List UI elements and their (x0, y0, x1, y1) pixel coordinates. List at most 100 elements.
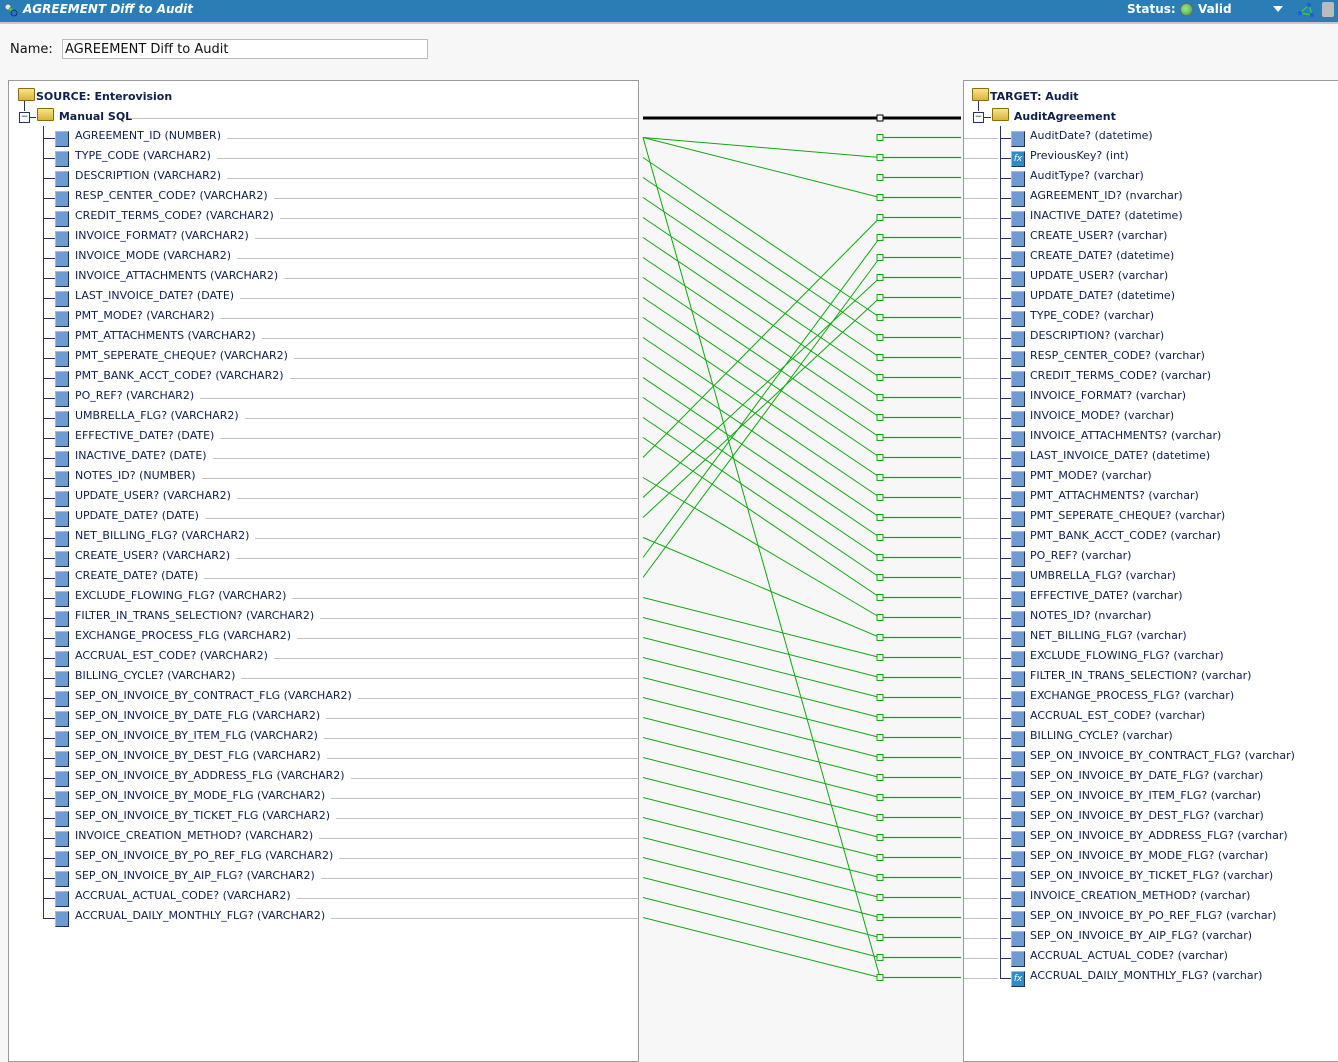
target-field[interactable]: SEP_ON_INVOICE_BY_DATE_FLG? (varchar) (1030, 769, 1263, 782)
mapping-anchor[interactable] (876, 954, 884, 961)
target-field[interactable]: AuditDate? (datetime) (1030, 129, 1153, 142)
target-field[interactable]: ACCRUAL_ACTUAL_CODE? (varchar) (1030, 949, 1228, 962)
target-field[interactable]: ACCRUAL_DAILY_MONTHLY_FLG? (varchar) (1030, 969, 1262, 982)
target-field[interactable]: AuditType? (varchar) (1030, 169, 1144, 182)
mapping-line[interactable] (642, 597, 881, 658)
source-field[interactable]: SEP_ON_INVOICE_BY_ADDRESS_FLG (VARCHAR2) (75, 769, 345, 782)
mapping-anchor[interactable] (876, 714, 884, 721)
mapping-line[interactable] (642, 817, 881, 878)
mapping-line[interactable] (642, 677, 881, 738)
source-field[interactable]: INACTIVE_DATE? (DATE) (75, 449, 207, 462)
source-field[interactable]: AGREEMENT_ID (NUMBER) (75, 129, 221, 142)
mapping-line[interactable] (642, 437, 881, 598)
source-field[interactable]: CREATE_USER? (VARCHAR2) (75, 549, 230, 562)
source-field[interactable]: SEP_ON_INVOICE_BY_ITEM_FLG (VARCHAR2) (75, 729, 318, 742)
source-field[interactable]: INVOICE_FORMAT? (VARCHAR2) (75, 229, 249, 242)
mapping-anchor[interactable] (876, 194, 884, 201)
source-field[interactable]: SEP_ON_INVOICE_BY_AIP_FLG? (VARCHAR2) (75, 869, 315, 882)
target-field[interactable]: CREATE_USER? (varchar) (1030, 229, 1167, 242)
source-field[interactable]: SEP_ON_INVOICE_BY_DATE_FLG (VARCHAR2) (75, 709, 320, 722)
mapping-anchor[interactable] (876, 514, 884, 521)
mapping-line[interactable] (642, 837, 881, 898)
source-field[interactable]: INVOICE_MODE (VARCHAR2) (75, 249, 231, 262)
source-field[interactable]: UPDATE_DATE? (DATE) (75, 509, 199, 522)
mapping-anchor[interactable] (876, 354, 884, 361)
target-field[interactable]: TYPE_CODE? (varchar) (1030, 309, 1154, 322)
name-input[interactable] (62, 39, 428, 59)
target-field[interactable]: PMT_MODE? (varchar) (1030, 469, 1152, 482)
save-icon[interactable] (1322, 2, 1334, 17)
mapping-line[interactable] (642, 237, 881, 558)
target-field[interactable]: PMT_SEPERATE_CHEQUE? (varchar) (1030, 509, 1225, 522)
target-field[interactable]: EXCHANGE_PROCESS_FLG? (varchar) (1030, 689, 1234, 702)
target-field[interactable]: SEP_ON_INVOICE_BY_ITEM_FLG? (varchar) (1030, 789, 1261, 802)
mapping-anchor[interactable] (876, 454, 884, 461)
mapping-anchor[interactable] (876, 874, 884, 881)
mapping-line[interactable] (642, 917, 881, 978)
mapping-anchor[interactable] (876, 234, 884, 241)
mapping-anchor[interactable] (876, 794, 884, 801)
mapping-anchor[interactable] (876, 414, 884, 421)
mapping-line[interactable] (642, 477, 881, 618)
source-field[interactable]: INVOICE_ATTACHMENTS (VARCHAR2) (75, 269, 278, 282)
mapping-line[interactable] (642, 717, 881, 778)
target-field[interactable]: NET_BILLING_FLG? (varchar) (1030, 629, 1187, 642)
mapping-line[interactable] (642, 857, 881, 918)
mapping-anchor[interactable] (876, 734, 884, 741)
mapping-line[interactable] (642, 777, 881, 838)
mapping-anchor[interactable] (876, 474, 884, 481)
mapping-anchor[interactable] (876, 854, 884, 861)
mapping-anchor[interactable] (876, 134, 884, 141)
target-field[interactable]: PMT_BANK_ACCT_CODE? (varchar) (1030, 529, 1221, 542)
target-field[interactable]: NOTES_ID? (nvarchar) (1030, 609, 1151, 622)
mapping-line[interactable] (642, 197, 881, 358)
mapping-line[interactable] (642, 877, 881, 938)
source-field[interactable]: PO_REF? (VARCHAR2) (75, 389, 194, 402)
graph-icon[interactable] (1297, 2, 1315, 18)
source-field[interactable]: PMT_SEPERATE_CHEQUE? (VARCHAR2) (75, 349, 288, 362)
target-field[interactable]: ACCRUAL_EST_CODE? (varchar) (1030, 709, 1205, 722)
source-field[interactable]: BILLING_CYCLE? (VARCHAR2) (75, 669, 235, 682)
mapping-anchor[interactable] (876, 494, 884, 501)
group-mapping-anchor[interactable] (876, 114, 884, 122)
target-field[interactable]: INVOICE_FORMAT? (varchar) (1030, 389, 1186, 402)
source-field[interactable]: UPDATE_USER? (VARCHAR2) (75, 489, 231, 502)
source-field[interactable]: LAST_INVOICE_DATE? (DATE) (75, 289, 234, 302)
target-root[interactable]: TARGET: Audit (972, 88, 1079, 106)
mapping-anchor[interactable] (876, 634, 884, 641)
mapping-line[interactable] (642, 897, 881, 958)
source-field[interactable]: SEP_ON_INVOICE_BY_PO_REF_FLG (VARCHAR2) (75, 849, 333, 862)
mapping-line[interactable] (642, 697, 881, 758)
mapping-line[interactable] (642, 157, 881, 318)
source-field[interactable]: FILTER_IN_TRANS_SELECTION? (VARCHAR2) (75, 609, 314, 622)
source-field[interactable]: SEP_ON_INVOICE_BY_DEST_FLG (VARCHAR2) (75, 749, 321, 762)
mapping-anchor[interactable] (876, 674, 884, 681)
mapping-line[interactable] (642, 797, 881, 858)
collapse-toggle[interactable]: − (19, 112, 30, 123)
target-field[interactable]: SEP_ON_INVOICE_BY_PO_REF_FLG? (varchar) (1030, 909, 1276, 922)
source-field[interactable]: SEP_ON_INVOICE_BY_MODE_FLG (VARCHAR2) (75, 789, 325, 802)
mapping-anchor[interactable] (876, 314, 884, 321)
target-field[interactable]: RESP_CENTER_CODE? (varchar) (1030, 349, 1205, 362)
mapping-anchor[interactable] (876, 334, 884, 341)
target-field[interactable]: INACTIVE_DATE? (datetime) (1030, 209, 1183, 222)
source-field[interactable]: CREATE_DATE? (DATE) (75, 569, 198, 582)
mapping-line[interactable] (642, 137, 881, 198)
mapping-line[interactable] (642, 737, 881, 798)
mapping-anchor[interactable] (876, 654, 884, 661)
target-field[interactable]: UPDATE_DATE? (datetime) (1030, 289, 1175, 302)
mapping-anchor[interactable] (876, 754, 884, 761)
mapping-line[interactable] (642, 537, 881, 638)
mapping-line[interactable] (642, 217, 881, 458)
mapping-anchor[interactable] (876, 894, 884, 901)
mapping-anchor[interactable] (876, 814, 884, 821)
mapping-line[interactable] (642, 377, 881, 538)
mapping-line[interactable] (642, 757, 881, 818)
mapping-anchor[interactable] (876, 554, 884, 561)
target-field[interactable]: SEP_ON_INVOICE_BY_CONTRACT_FLG? (varchar… (1030, 749, 1295, 762)
source-field[interactable]: NET_BILLING_FLG? (VARCHAR2) (75, 529, 249, 542)
mapping-line[interactable] (642, 277, 881, 498)
target-field[interactable]: SEP_ON_INVOICE_BY_ADDRESS_FLG? (varchar) (1030, 829, 1288, 842)
target-field[interactable]: BILLING_CYCLE? (varchar) (1030, 729, 1173, 742)
target-field[interactable]: SEP_ON_INVOICE_BY_DEST_FLG? (varchar) (1030, 809, 1264, 822)
